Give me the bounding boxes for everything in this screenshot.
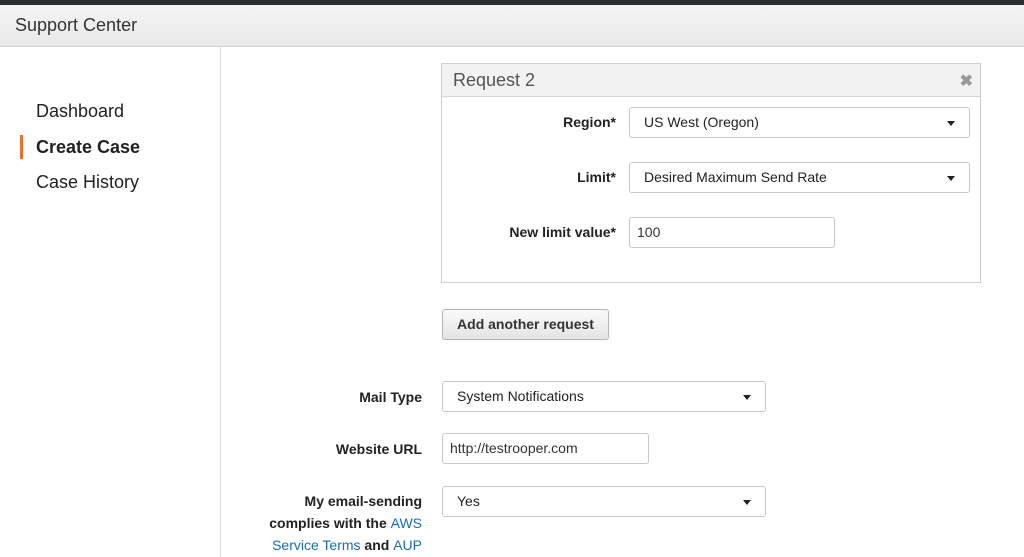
compliance-label: My email-sending complies with the AWS S… xyxy=(250,490,422,556)
compliance-and-text: and xyxy=(360,537,394,553)
app-title: Support Center xyxy=(15,15,138,35)
region-label: Region* xyxy=(563,114,616,130)
compliance-select-value: Yes xyxy=(457,493,480,509)
new-limit-input[interactable]: 100 xyxy=(629,217,835,248)
limit-label: Limit* xyxy=(577,169,616,185)
add-another-request-button[interactable]: Add another request xyxy=(442,309,609,340)
region-select[interactable]: US West (Oregon) xyxy=(629,107,970,138)
limit-select[interactable]: Desired Maximum Send Rate xyxy=(629,162,970,193)
mail-type-select[interactable]: System Notifications xyxy=(442,381,766,412)
aup-link[interactable]: AUP xyxy=(393,537,422,553)
sidebar-item-dashboard[interactable]: Dashboard xyxy=(20,99,124,123)
region-select-value: US West (Oregon) xyxy=(644,114,759,130)
chevron-down-icon xyxy=(743,500,751,505)
close-icon[interactable]: ✖ xyxy=(960,71,973,91)
sidebar-item-create-case[interactable]: Create Case xyxy=(20,135,140,159)
request-panel-header: Request 2 ✖ xyxy=(442,64,980,97)
limit-select-value: Desired Maximum Send Rate xyxy=(644,169,827,185)
mail-type-select-value: System Notifications xyxy=(457,388,584,404)
compliance-select[interactable]: Yes xyxy=(442,486,766,517)
chevron-down-icon xyxy=(947,176,955,181)
new-limit-label: New limit value* xyxy=(509,224,616,240)
chevron-down-icon xyxy=(947,121,955,126)
app-header: Support Center xyxy=(0,5,1024,47)
website-url-input[interactable]: http://testrooper.com xyxy=(442,433,649,464)
sidebar-item-case-history[interactable]: Case History xyxy=(20,170,139,194)
mail-type-label: Mail Type xyxy=(359,389,422,405)
request-title: Request 2 xyxy=(453,70,536,90)
website-url-label: Website URL xyxy=(335,441,422,457)
sidebar: Dashboard Create Case Case History xyxy=(0,47,221,557)
chevron-down-icon xyxy=(743,395,751,400)
